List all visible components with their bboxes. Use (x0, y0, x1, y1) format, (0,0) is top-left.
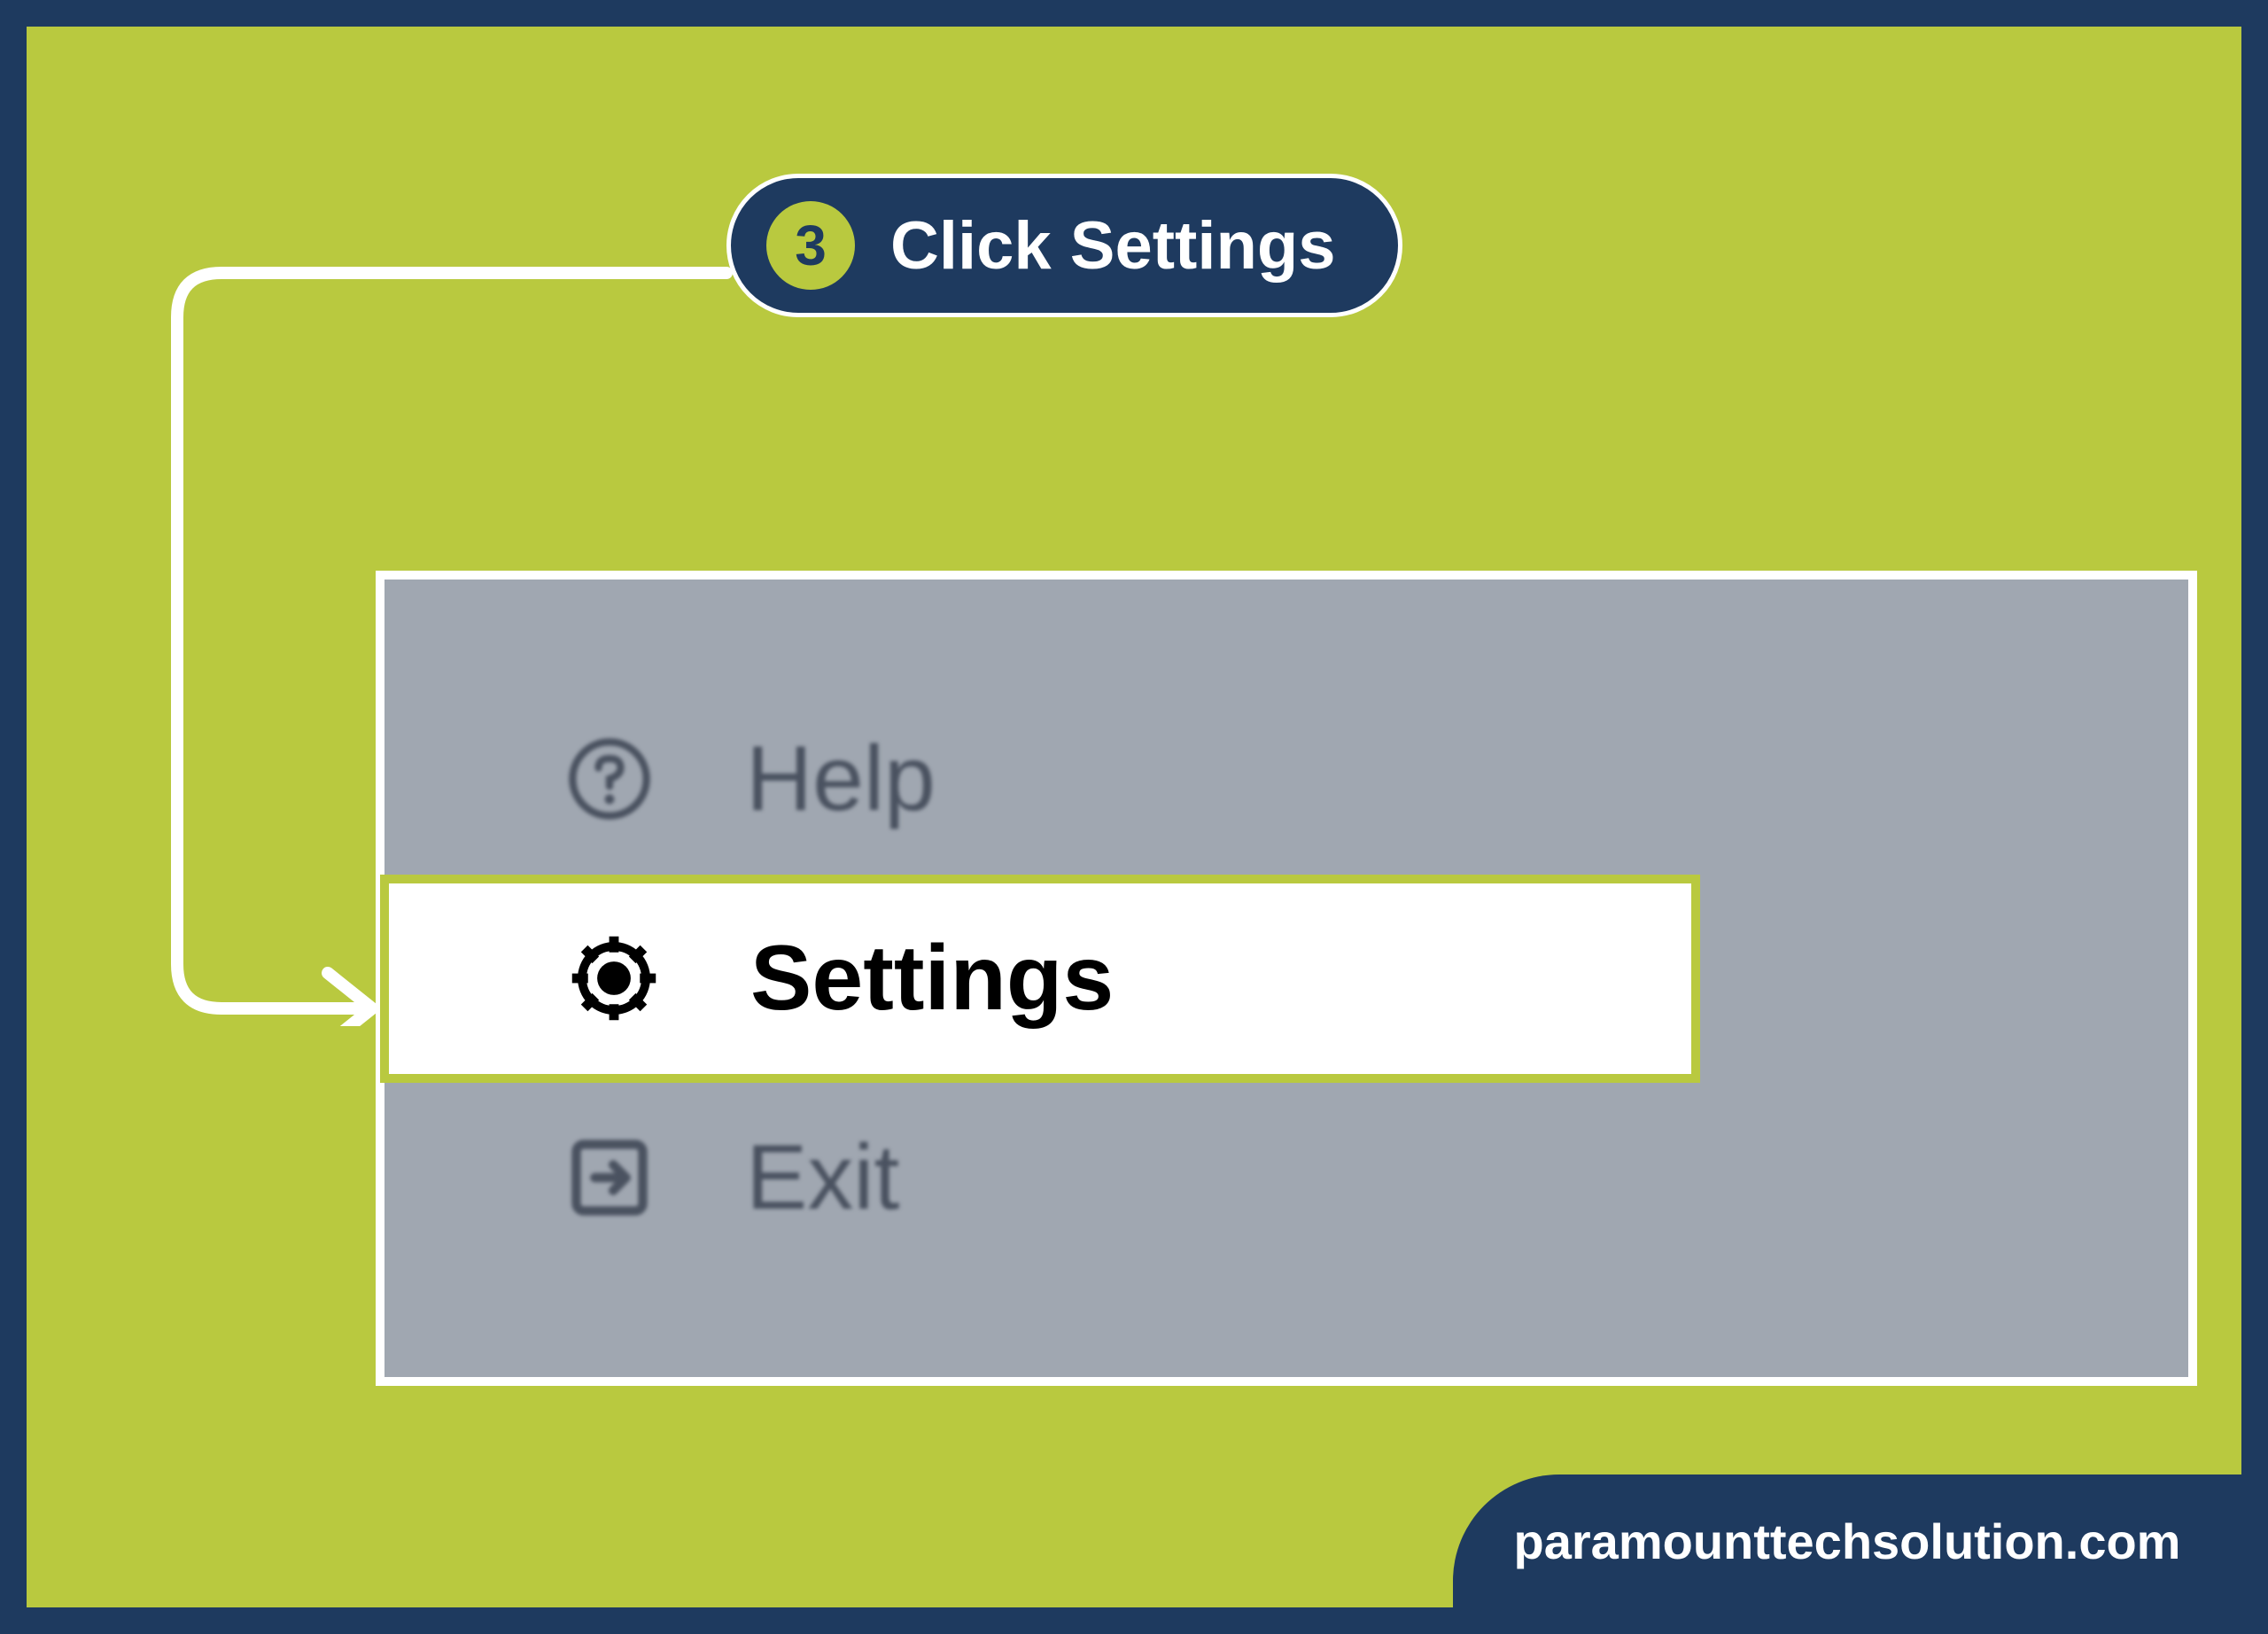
menu-item-settings[interactable]: Settings (380, 875, 1700, 1083)
menu-item-exit[interactable]: Exit (384, 1083, 2188, 1273)
menu-item-help[interactable]: Help (384, 684, 2188, 875)
step-instruction: Click Settings (890, 207, 1336, 284)
watermark-tab: paramounttechsolution.com (1453, 1474, 2241, 1607)
step-callout: 3 Click Settings (726, 174, 1402, 317)
question-circle-icon (562, 731, 657, 827)
menu-item-label: Help (746, 727, 936, 832)
menu-item-label: Exit (746, 1125, 899, 1231)
menu-item-label: Settings (750, 926, 1114, 1031)
exit-icon (562, 1130, 657, 1226)
watermark-text: paramounttechsolution.com (1514, 1513, 2181, 1570)
dropdown-menu: Help (376, 571, 2197, 1386)
step-number: 3 (795, 213, 827, 278)
step-number-badge: 3 (766, 201, 855, 290)
gear-icon (566, 930, 662, 1026)
instruction-frame: 3 Click Settings Help (21, 21, 2247, 1613)
